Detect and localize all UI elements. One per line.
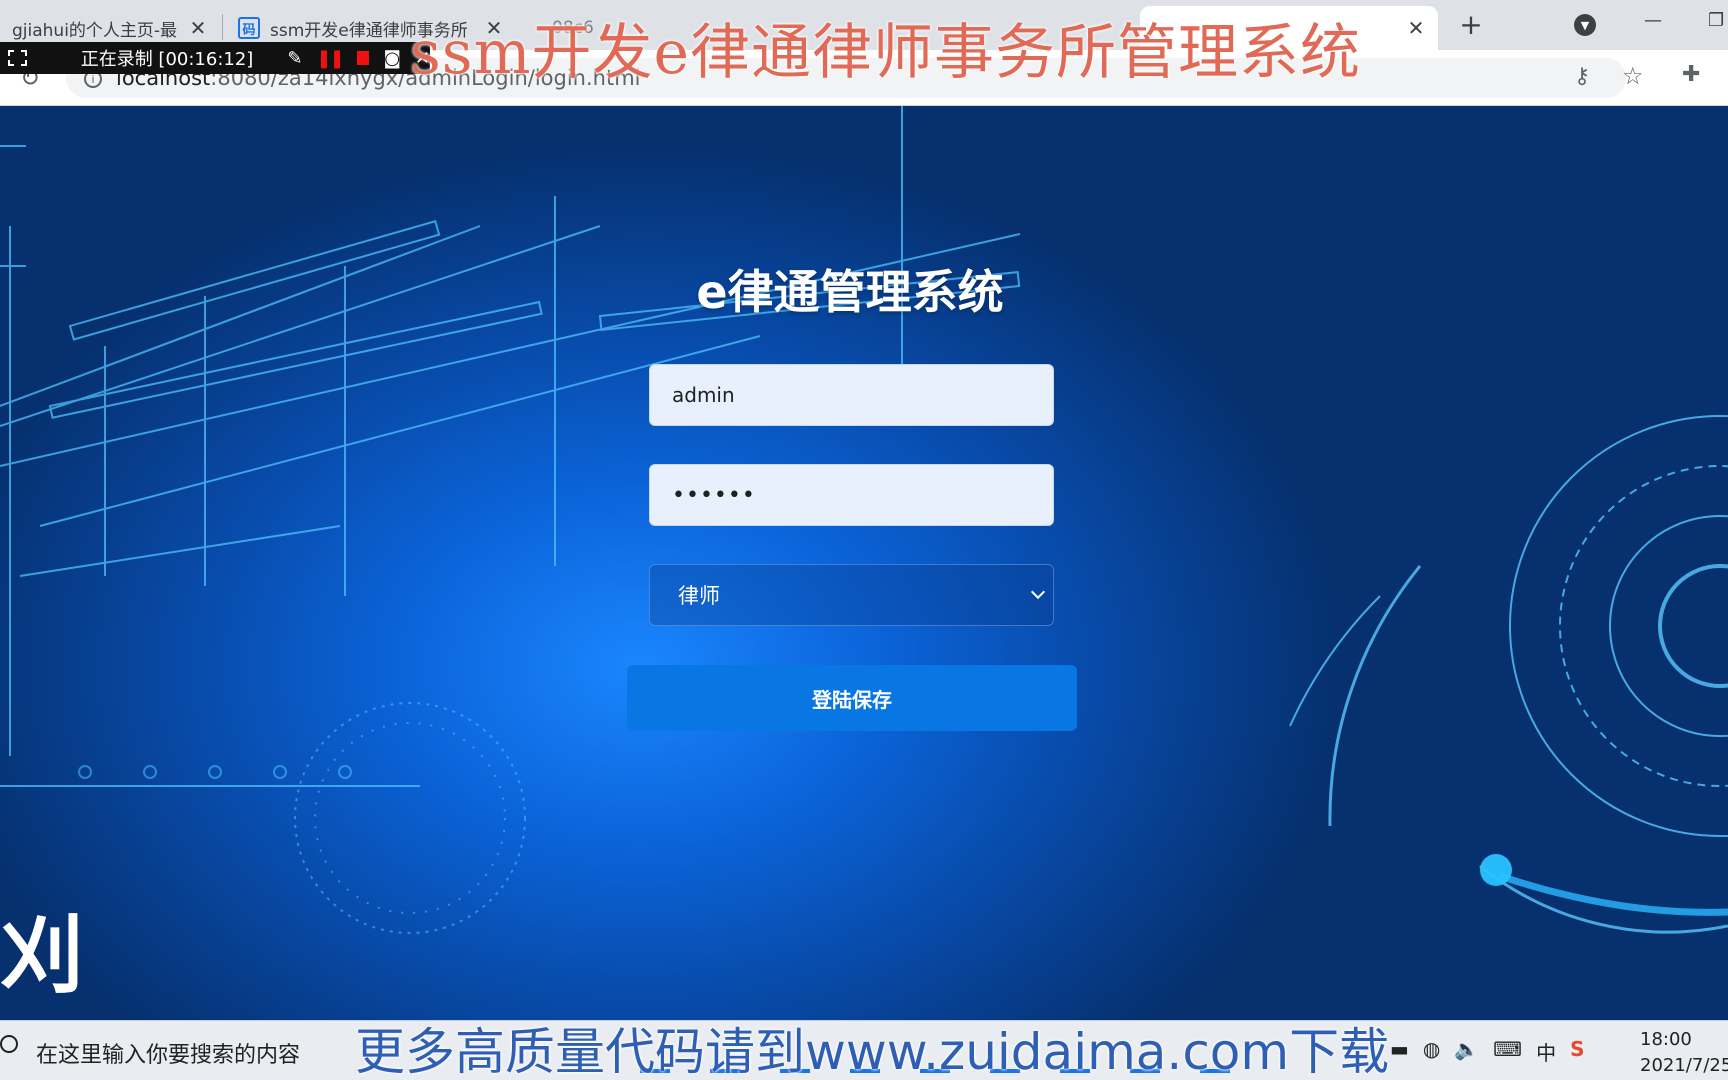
keyboard-icon[interactable]: ⌨ xyxy=(1493,1037,1522,1066)
screen-recorder-bar: 正在录制 [00:16:12] ✎ ❚❚ ◙ ✕ xyxy=(0,42,430,74)
bookmark-star-icon[interactable]: ☆ xyxy=(1622,62,1644,90)
maximize-icon[interactable]: ❐ xyxy=(1708,10,1724,31)
new-tab-icon[interactable]: + xyxy=(1455,8,1487,41)
watermark-title: ssm开发e律通律师事务所管理系统 xyxy=(410,18,1361,88)
battery-icon[interactable]: ▬ xyxy=(1390,1037,1409,1066)
tab-search-icon[interactable]: ▼ xyxy=(1574,14,1596,36)
camera-icon[interactable]: ◙ xyxy=(383,48,400,69)
role-select[interactable]: 律师 xyxy=(649,564,1054,626)
volume-icon[interactable]: 🔈 xyxy=(1454,1037,1479,1066)
login-title: e律通管理系统 xyxy=(696,265,1004,319)
pause-icon[interactable]: ❚❚ xyxy=(316,48,344,69)
input-method-icon[interactable]: S xyxy=(1570,1037,1584,1066)
watermark-footer: 更多高质量代码请到www.zuidaima.com下载 xyxy=(355,1023,1390,1080)
taskbar-search-input[interactable]: 在这里输入你要搜索的内容 xyxy=(36,1037,300,1069)
key-icon[interactable]: ⚷ xyxy=(1574,64,1590,89)
tab-divider xyxy=(222,14,223,40)
search-icon[interactable] xyxy=(0,1035,18,1053)
password-input[interactable]: •••••• xyxy=(649,464,1054,526)
tech-background-graphic xyxy=(0,106,1728,934)
region-select-icon[interactable] xyxy=(8,50,27,66)
close-icon[interactable]: ✕ xyxy=(1406,16,1426,40)
system-tray: ▬ ◍ 🔈 ⌨ 中 S xyxy=(1390,1037,1585,1066)
role-select-value: 律师 xyxy=(678,584,720,608)
minimize-icon[interactable]: — xyxy=(1644,10,1662,31)
network-icon[interactable]: ◍ xyxy=(1423,1037,1440,1066)
login-page: e律通管理系统 admin •••••• 律师 登陆保存 刈 xyxy=(0,106,1728,1020)
clock-date: 2021/7/25 xyxy=(1640,1055,1728,1076)
pen-icon[interactable]: ✎ xyxy=(287,48,302,69)
clock-time: 18:00 xyxy=(1640,1029,1692,1050)
ime-indicator[interactable]: 中 xyxy=(1536,1037,1556,1066)
login-button[interactable]: 登陆保存 xyxy=(627,665,1077,731)
tab-title: gjiahui的个人主页-最 xyxy=(12,20,178,41)
background-logo-text: 刈 xyxy=(0,906,85,1005)
close-icon[interactable]: ✕ xyxy=(188,16,208,40)
username-input[interactable]: admin xyxy=(649,364,1054,426)
chevron-down-icon xyxy=(1030,584,1046,600)
recording-status: 正在录制 [00:16:12] xyxy=(80,49,254,70)
taskbar-clock[interactable]: 18:00 2021/7/25 xyxy=(1640,1027,1728,1079)
site-favicon-icon: 码 xyxy=(238,17,260,39)
stop-icon[interactable] xyxy=(356,51,370,65)
extensions-icon[interactable]: ✚ xyxy=(1682,62,1700,87)
screen: gjiahui的个人主页-最 ✕ 码 ssm开发e律通律师事务所 ✕ 08c6 … xyxy=(0,0,1728,1080)
